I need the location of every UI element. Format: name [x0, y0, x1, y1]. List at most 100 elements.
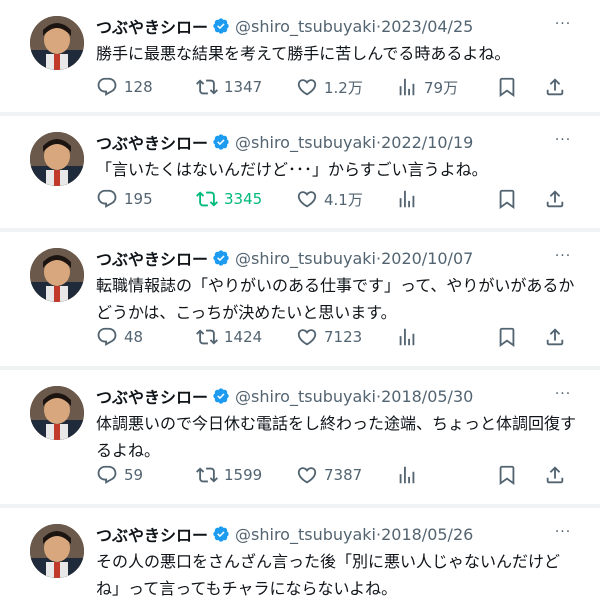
like-button[interactable]: 7387: [296, 460, 362, 490]
like-count: 4.1万: [324, 190, 363, 209]
author-name[interactable]: つぶやきシロー: [96, 246, 208, 270]
like-icon: [297, 467, 317, 484]
retweet-count: 3345: [224, 190, 263, 208]
retweet-icon: [196, 329, 218, 345]
tweet-text: 体調悪いので今日休む電話をし終わった途端、ちょっと体調回復するよね。: [96, 414, 577, 460]
more-icon[interactable]: ···: [548, 12, 578, 36]
more-icon[interactable]: ···: [548, 382, 578, 406]
retweet-icon: [196, 79, 218, 95]
reply-button[interactable]: 195: [96, 184, 153, 214]
reply-count: 48: [124, 328, 144, 346]
views-button[interactable]: [396, 184, 424, 214]
like-icon: [297, 79, 317, 96]
views-icon: [399, 190, 415, 208]
views-count: 79万: [424, 78, 459, 97]
tweet-date[interactable]: 2020/10/07: [381, 249, 473, 268]
bookmark-button[interactable]: [496, 72, 524, 102]
tweet-header: つぶやきシロー @shiro_tsubuyaki · 2022/10/19: [96, 130, 473, 154]
tweet-header: つぶやきシロー @shiro_tsubuyaki · 2018/05/26: [96, 522, 473, 546]
bookmark-button[interactable]: [496, 184, 524, 214]
like-button[interactable]: 1.2万: [296, 72, 363, 102]
like-icon: [297, 191, 317, 208]
views-icon: [399, 78, 415, 96]
reply-button[interactable]: 59: [96, 460, 143, 490]
avatar[interactable]: [30, 524, 84, 578]
tweet-date[interactable]: 2023/04/25: [381, 17, 473, 36]
author-name[interactable]: つぶやきシロー: [96, 14, 208, 38]
retweet-button[interactable]: 1424: [196, 322, 262, 352]
author-handle[interactable]: @shiro_tsubuyaki: [235, 525, 376, 544]
views-button[interactable]: 79万: [396, 72, 458, 102]
retweet-count: 1424: [224, 328, 263, 346]
tweet-date[interactable]: 2022/10/19: [381, 133, 473, 152]
retweet-button[interactable]: 3345: [196, 184, 262, 214]
avatar[interactable]: [30, 386, 84, 440]
tweet-date[interactable]: 2018/05/30: [381, 387, 473, 406]
like-button[interactable]: 7123: [296, 322, 362, 352]
reply-icon: [97, 465, 117, 484]
views-icon: [399, 466, 415, 484]
bookmark-button[interactable]: [496, 460, 524, 490]
retweet-count: 1599: [224, 466, 263, 484]
reply-count: 128: [124, 78, 153, 96]
author-handle[interactable]: @shiro_tsubuyaki: [235, 249, 376, 268]
verified-badge-icon: [212, 387, 230, 405]
tweet-header: つぶやきシロー @shiro_tsubuyaki · 2023/04/25: [96, 14, 473, 38]
views-button[interactable]: [396, 322, 424, 352]
verified-badge-icon: [212, 133, 230, 151]
author-name[interactable]: つぶやきシロー: [96, 522, 208, 546]
avatar[interactable]: [30, 132, 84, 186]
tweet-text: その人の悪口をさんざん言った後「別に悪い人じゃないんだけどね」って言ってもチャラ…: [96, 552, 561, 598]
author-handle[interactable]: @shiro_tsubuyaki: [235, 387, 376, 406]
like-count: 7123: [324, 328, 363, 346]
tweet[interactable]: つぶやきシロー @shiro_tsubuyaki · 2022/10/19 ··…: [0, 116, 600, 228]
tweet-feed: つぶやきシロー @shiro_tsubuyaki · 2023/04/25 ··…: [0, 0, 600, 600]
tweet-header: つぶやきシロー @shiro_tsubuyaki · 2018/05/30: [96, 384, 473, 408]
author-name[interactable]: つぶやきシロー: [96, 130, 208, 154]
reply-icon: [97, 189, 117, 208]
share-button[interactable]: [544, 184, 572, 214]
author-handle[interactable]: @shiro_tsubuyaki: [235, 133, 376, 152]
share-icon: [546, 78, 564, 96]
reply-button[interactable]: 128: [96, 72, 153, 102]
tweet[interactable]: つぶやきシロー @shiro_tsubuyaki · 2018/05/26 ··…: [0, 508, 600, 600]
more-icon[interactable]: ···: [548, 520, 578, 544]
bookmark-icon: [499, 327, 515, 348]
tweet-header: つぶやきシロー @shiro_tsubuyaki · 2020/10/07: [96, 246, 473, 270]
like-count: 7387: [324, 466, 363, 484]
tweet[interactable]: つぶやきシロー @shiro_tsubuyaki · 2023/04/25 ··…: [0, 0, 600, 112]
avatar[interactable]: [30, 248, 84, 302]
share-icon: [546, 466, 564, 484]
tweet-actions: 128 1347 1.2万 79万: [96, 72, 576, 102]
author-handle[interactable]: @shiro_tsubuyaki: [235, 17, 376, 36]
tweet-actions: 48 1424 7123: [96, 322, 576, 352]
more-icon[interactable]: ···: [548, 244, 578, 268]
reply-count: 195: [124, 190, 153, 208]
verified-badge-icon: [212, 525, 230, 543]
author-name[interactable]: つぶやきシロー: [96, 384, 208, 408]
retweet-icon: [196, 467, 218, 483]
tweet-actions: 195 3345 4.1万: [96, 184, 576, 214]
views-button[interactable]: [396, 460, 424, 490]
retweet-count: 1347: [224, 78, 263, 96]
tweet-text: 「言いたくはないんだけど･･･」からすごい言うよね。: [96, 160, 488, 179]
bookmark-button[interactable]: [496, 322, 524, 352]
tweet-text: 勝手に最悪な結果を考えて勝手に苦しんでる時あるよね。: [96, 44, 511, 63]
share-icon: [546, 190, 564, 208]
share-button[interactable]: [544, 460, 572, 490]
like-button[interactable]: 4.1万: [296, 184, 363, 214]
tweet[interactable]: つぶやきシロー @shiro_tsubuyaki · 2020/10/07 ··…: [0, 232, 600, 366]
verified-badge-icon: [212, 17, 230, 35]
share-button[interactable]: [544, 72, 572, 102]
reply-icon: [97, 77, 117, 96]
avatar[interactable]: [30, 16, 84, 70]
tweet[interactable]: つぶやきシロー @shiro_tsubuyaki · 2018/05/30 ··…: [0, 370, 600, 504]
retweet-button[interactable]: 1347: [196, 72, 262, 102]
tweet-date[interactable]: 2018/05/26: [381, 525, 473, 544]
views-icon: [399, 328, 415, 346]
retweet-button[interactable]: 1599: [196, 460, 262, 490]
share-button[interactable]: [544, 322, 572, 352]
tweet-actions: 59 1599 7387: [96, 460, 576, 490]
more-icon[interactable]: ···: [548, 128, 578, 152]
reply-button[interactable]: 48: [96, 322, 143, 352]
